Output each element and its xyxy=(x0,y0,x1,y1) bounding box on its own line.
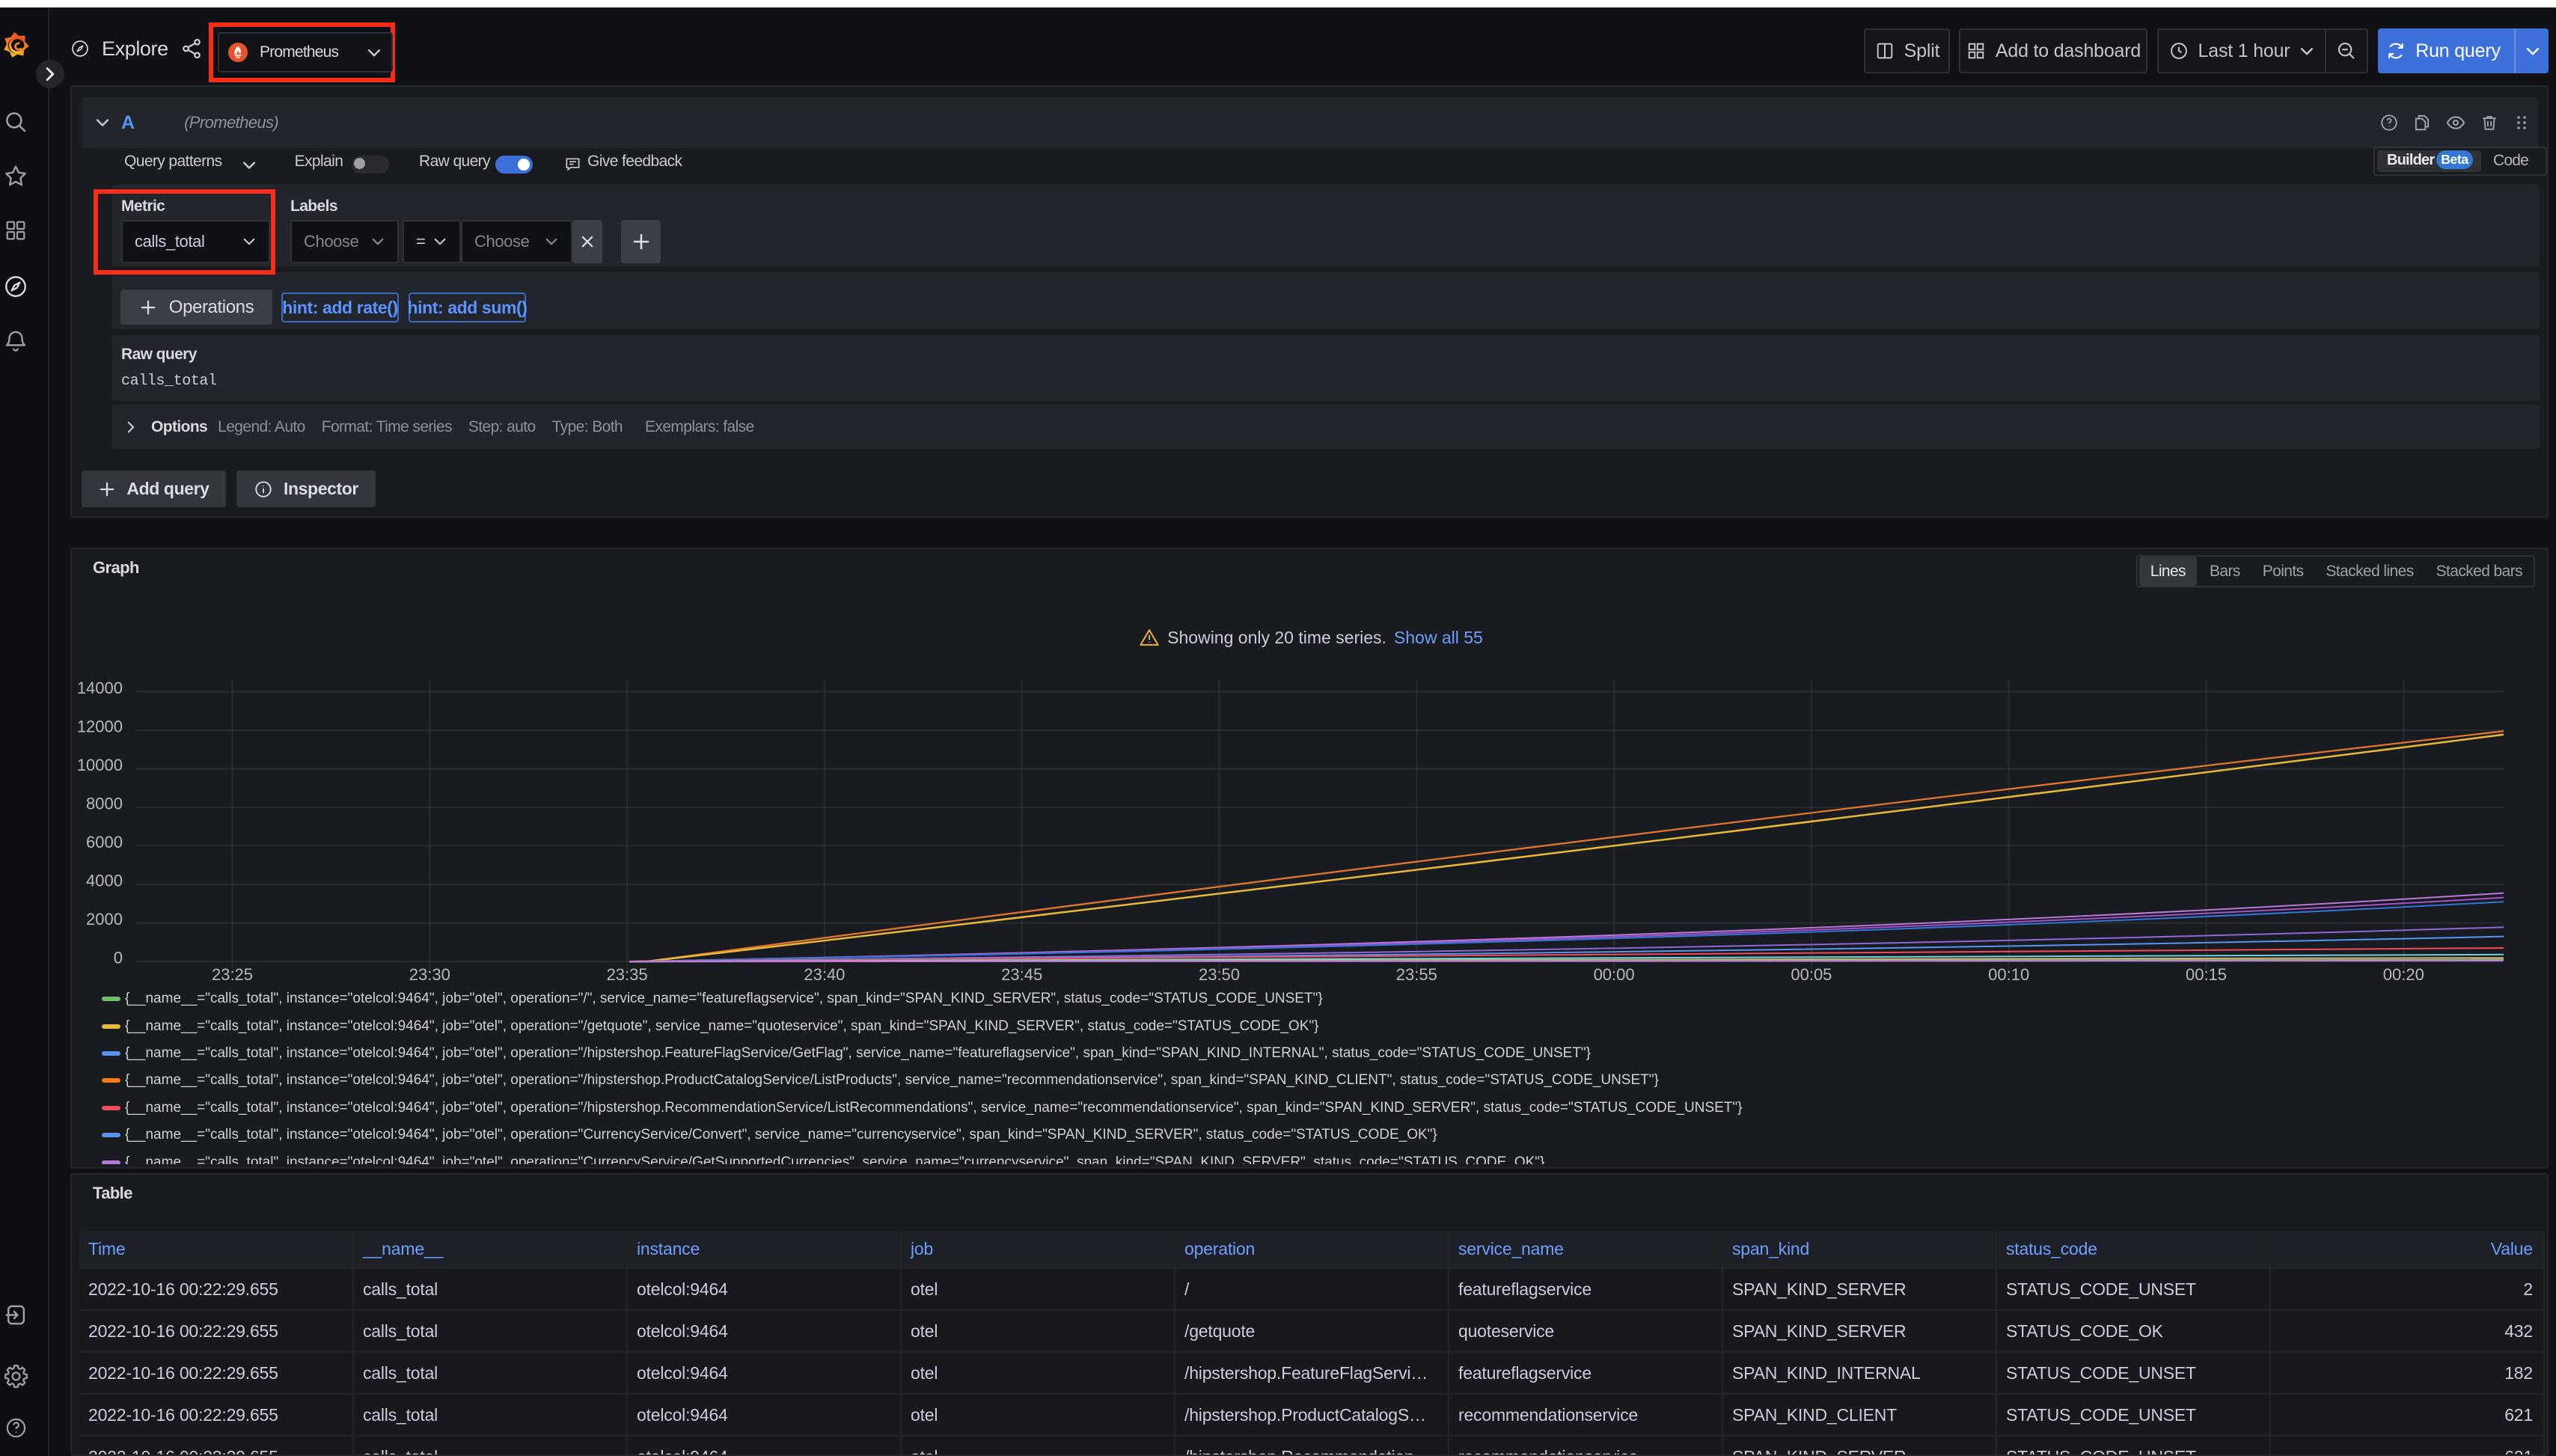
svg-text:10000: 10000 xyxy=(77,756,123,774)
svg-text:00:20: 00:20 xyxy=(2383,965,2424,984)
svg-text:23:50: 23:50 xyxy=(1199,965,1240,984)
svg-text:00:15: 00:15 xyxy=(2186,965,2227,984)
svg-text:00:05: 00:05 xyxy=(1791,965,1832,984)
svg-text:23:30: 23:30 xyxy=(409,965,450,984)
svg-text:6000: 6000 xyxy=(86,833,123,851)
svg-text:14000: 14000 xyxy=(77,679,123,697)
svg-text:23:40: 23:40 xyxy=(804,965,845,984)
svg-text:23:45: 23:45 xyxy=(1001,965,1042,984)
svg-text:0: 0 xyxy=(114,949,123,967)
svg-text:23:25: 23:25 xyxy=(212,965,253,984)
svg-text:12000: 12000 xyxy=(77,718,123,736)
svg-text:00:00: 00:00 xyxy=(1594,965,1635,984)
svg-text:23:55: 23:55 xyxy=(1396,965,1437,984)
svg-text:2000: 2000 xyxy=(86,910,123,929)
svg-text:23:35: 23:35 xyxy=(607,965,648,984)
svg-text:8000: 8000 xyxy=(86,795,123,813)
svg-text:4000: 4000 xyxy=(86,872,123,890)
svg-text:00:10: 00:10 xyxy=(1988,965,2029,984)
